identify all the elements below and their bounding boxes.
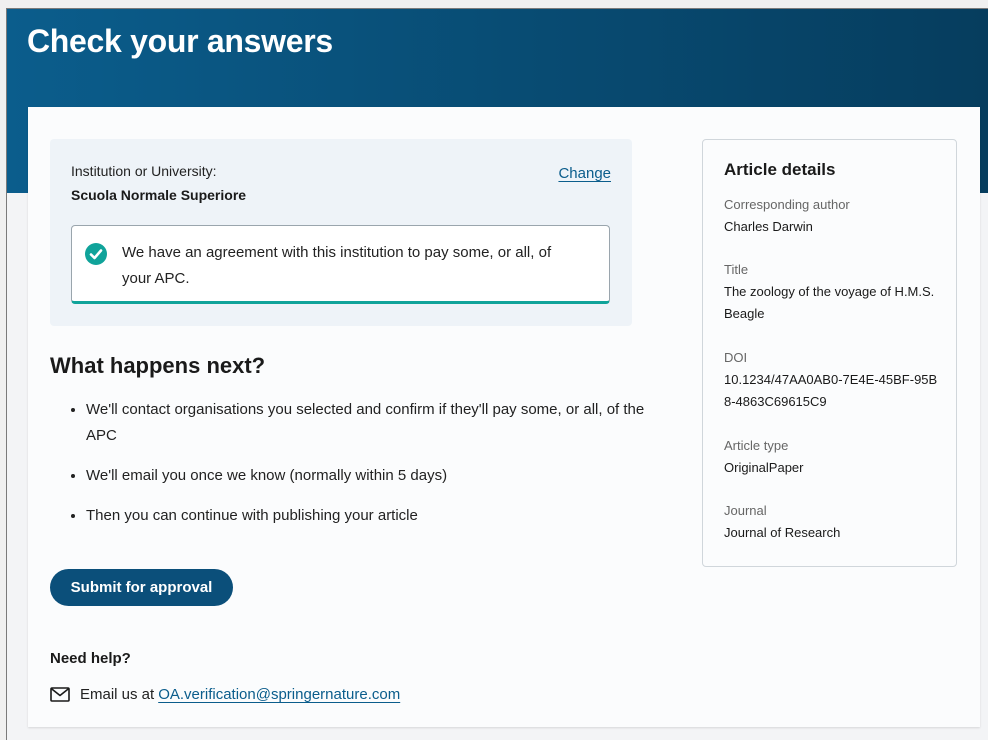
detail-label: DOI	[724, 350, 748, 365]
institution-label: Institution or University:	[71, 163, 217, 179]
page-frame: Check your answers Institution or Univer…	[6, 8, 988, 740]
detail-value: Charles Darwin	[724, 219, 813, 234]
agreement-text: We have an agreement with this instituti…	[122, 244, 552, 287]
support-email-link[interactable]: OA.verification@springernature.com	[158, 686, 400, 703]
mail-icon	[50, 687, 70, 702]
detail-value: Journal of Research	[724, 525, 841, 540]
next-step-item: Then you can continue with publishing yo…	[86, 503, 646, 529]
detail-value: OriginalPaper	[724, 460, 804, 475]
detail-label: Article type	[724, 438, 789, 453]
detail-title: Title The zoology of the voyage of H.M.S…	[724, 259, 939, 325]
help-heading: Need help?	[50, 650, 131, 667]
detail-value: The zoology of the voyage of H.M.S. Beag…	[724, 284, 935, 321]
institution-name: Scuola Normale Superiore	[71, 187, 247, 203]
detail-journal: Journal Journal of Research	[724, 500, 939, 544]
next-step-item: We'll email you once we know (normally w…	[86, 463, 646, 489]
main-card: Institution or University: Scuola Normal…	[28, 107, 980, 727]
check-circle-icon	[85, 243, 107, 265]
detail-label: Title	[724, 262, 749, 277]
detail-label: Journal	[724, 503, 767, 518]
agreement-notice: We have an agreement with this instituti…	[71, 225, 610, 304]
article-details-panel: Article details Corresponding author Cha…	[702, 139, 957, 567]
help-email-row: Email us at OA.verification@springernatu…	[50, 686, 400, 703]
detail-label: Corresponding author	[724, 197, 850, 212]
submit-for-approval-button[interactable]: Submit for approval	[50, 569, 233, 606]
institution-summary: Institution or University: Scuola Normal…	[50, 139, 632, 326]
page-title: Check your answers	[27, 23, 333, 59]
next-steps-heading: What happens next?	[50, 353, 266, 378]
detail-doi: DOI 10.1234/47AA0AB0-7E4E-45BF-95B8-4863…	[724, 347, 939, 413]
next-step-item: We'll contact organisations you selected…	[86, 397, 646, 449]
detail-corresponding-author: Corresponding author Charles Darwin	[724, 194, 939, 238]
article-details-title: Article details	[724, 160, 836, 179]
detail-article-type: Article type OriginalPaper	[724, 435, 939, 479]
email-prefix: Email us at	[80, 686, 155, 703]
detail-value: 10.1234/47AA0AB0-7E4E-45BF-95B8-4863C696…	[724, 372, 938, 409]
change-institution-link[interactable]: Change	[558, 165, 611, 182]
next-steps-list: We'll contact organisations you selected…	[50, 397, 646, 543]
